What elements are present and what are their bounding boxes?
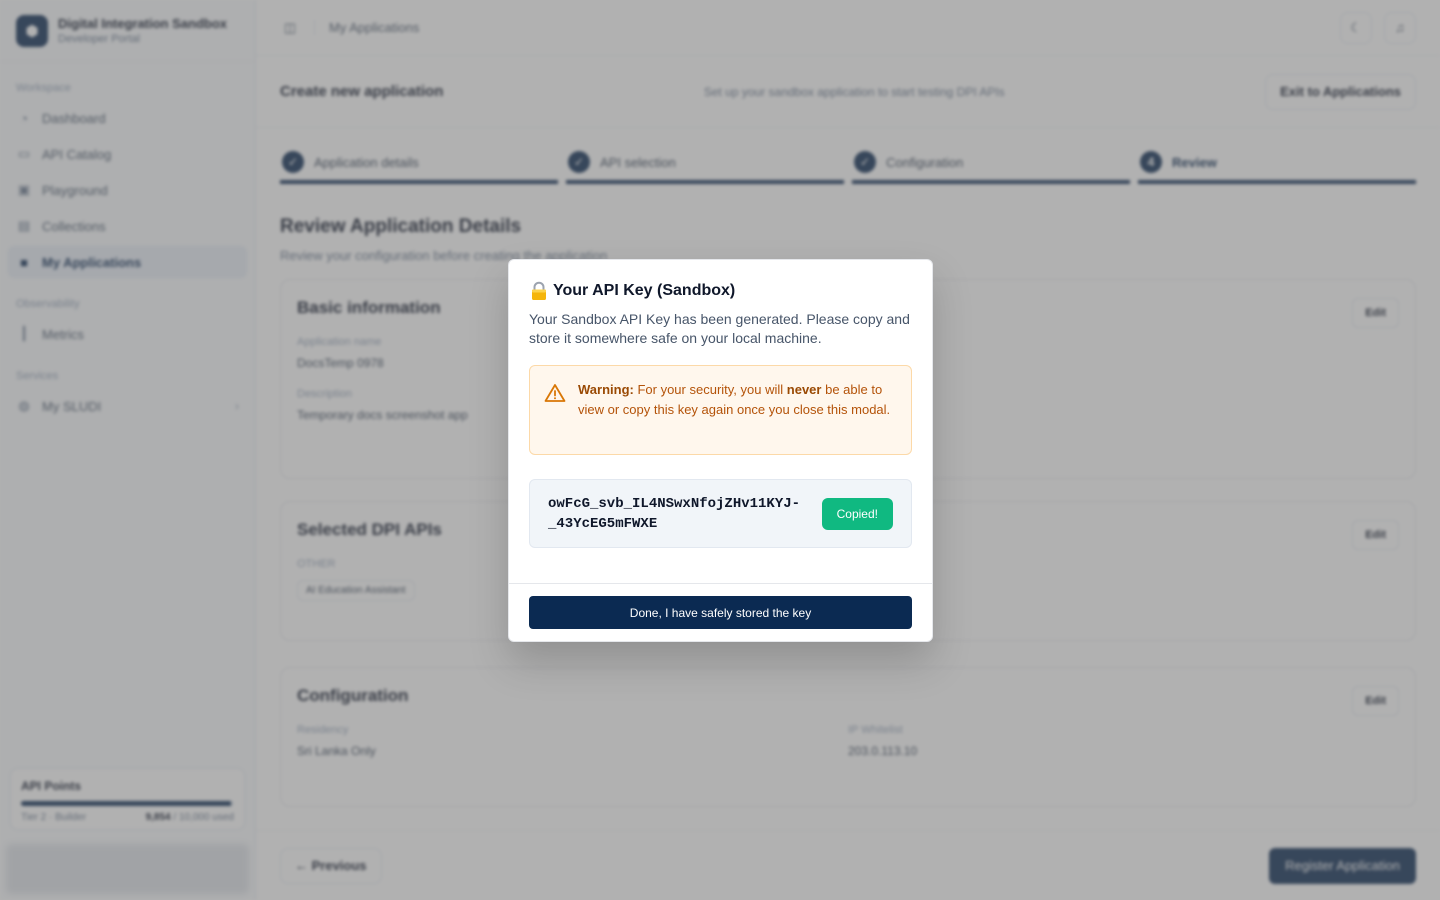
- modal-title: Your API Key (Sandbox): [553, 282, 736, 299]
- done-stored-key-button[interactable]: Done, I have safely stored the key: [529, 596, 912, 629]
- modal-footer: Done, I have safely stored the key: [509, 583, 932, 641]
- copy-key-button[interactable]: Copied!: [821, 497, 893, 530]
- warning-text-pre: For your security, you will: [637, 382, 784, 397]
- warning-text-strong: never: [786, 382, 822, 397]
- lock-icon: [529, 281, 549, 301]
- warning-text: Warning: For your security, you will nev…: [578, 380, 895, 440]
- modal-description: Your Sandbox API Key has been generated.…: [529, 311, 910, 346]
- api-key-value[interactable]: owFcG_svb_IL4NSwxNfojZHv11KYJ-_43YcEG5mF…: [548, 494, 806, 534]
- api-key-box: owFcG_svb_IL4NSwxNfojZHv11KYJ-_43YcEG5mF…: [529, 479, 912, 548]
- warning-label: Warning:: [578, 382, 634, 397]
- warning-triangle-icon: [544, 383, 566, 440]
- security-warning: Warning: For your security, you will nev…: [529, 365, 912, 455]
- api-key-modal: Your API Key (Sandbox) Your Sandbox API …: [508, 259, 933, 642]
